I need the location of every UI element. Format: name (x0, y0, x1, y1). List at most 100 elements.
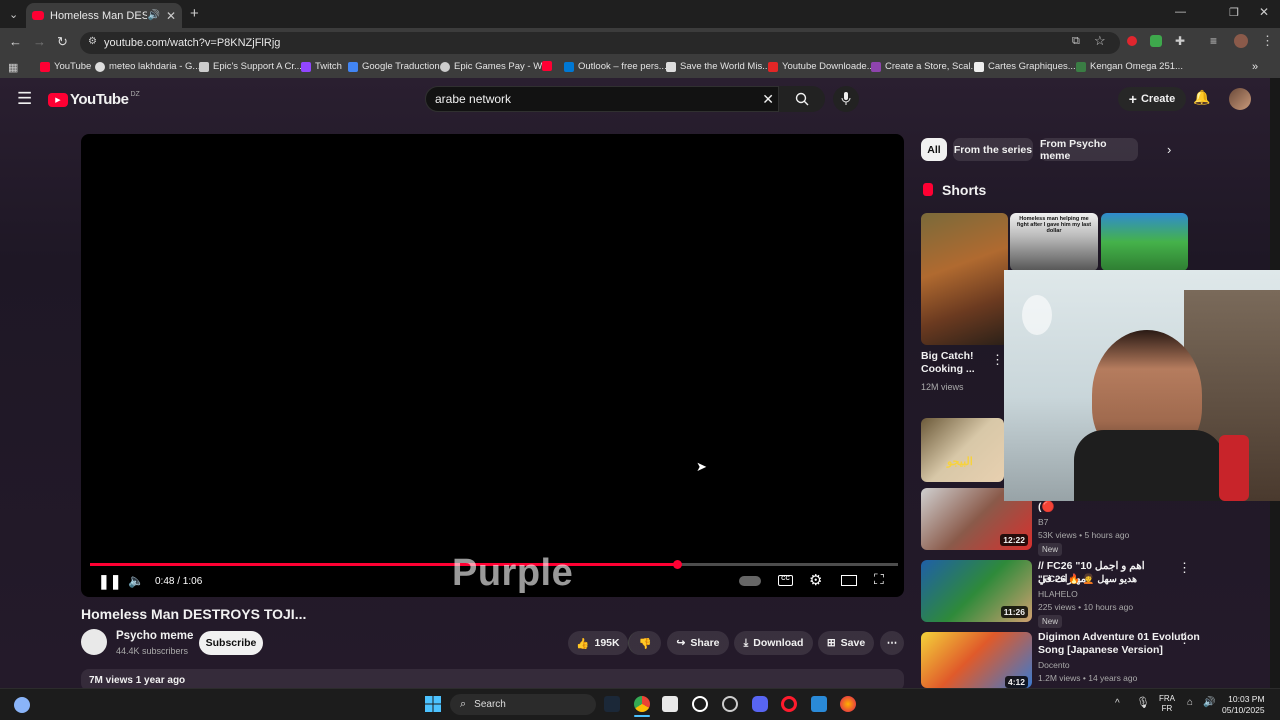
bookmark-save-the-world[interactable]: Save the World Mis... (666, 61, 770, 72)
subscribe-button[interactable]: Subscribe (199, 631, 263, 655)
short-thumbnail[interactable] (921, 213, 1008, 345)
widgets-weather-icon[interactable] (14, 697, 30, 713)
minimize-icon[interactable]: — (1175, 6, 1186, 18)
chatgpt-icon[interactable] (692, 696, 708, 712)
short-thumbnail[interactable]: البيجو (921, 418, 1004, 482)
video-title[interactable]: (🔴 (1038, 501, 1055, 514)
video-player[interactable] (81, 134, 904, 597)
keyboard-layout: FR (1161, 704, 1173, 713)
back-arrow-icon[interactable]: ← (9, 34, 22, 49)
chip-from-series[interactable]: From the series (953, 138, 1033, 161)
extension-red-icon[interactable] (1127, 36, 1137, 46)
tray-overflow-icon[interactable]: ^ (1115, 698, 1120, 709)
video-title-line2[interactable]: "FC26 🔥 🧑‍🦱 هديو سهل (1038, 573, 1173, 586)
voice-search-button[interactable] (833, 86, 859, 112)
video-title[interactable]: Digimon Adventure 01 Evolution (1038, 631, 1200, 644)
more-actions-button[interactable]: ⋯ (880, 631, 904, 655)
maximize-icon[interactable]: ❐ (1229, 6, 1239, 19)
steam-icon[interactable] (604, 696, 620, 712)
video-duration: 12:22 (1000, 534, 1028, 546)
app-icon[interactable] (811, 696, 827, 712)
search-input[interactable]: arabe network ✕ (425, 86, 779, 112)
notifications-bell-icon[interactable]: 🔔 (1193, 89, 1210, 106)
app-icon[interactable] (662, 696, 678, 712)
bookmark-youtube-2[interactable] (542, 61, 556, 71)
install-app-icon[interactable]: ⧉ (1072, 35, 1080, 48)
extension-green-icon[interactable] (1150, 35, 1162, 47)
taskbar-search-box[interactable]: ⌕ Search (450, 694, 596, 715)
chips-next-chevron-icon[interactable]: › (1167, 142, 1171, 157)
pause-icon[interactable]: ❚❚ (98, 573, 121, 590)
dislike-button[interactable]: 👎 (628, 631, 661, 655)
share-button[interactable]: ↪ Share (667, 631, 729, 655)
window-close-icon[interactable]: ✕ (1259, 5, 1269, 19)
captions-icon[interactable]: CC (778, 575, 793, 586)
channel-name[interactable]: Psycho meme (116, 630, 193, 642)
fullscreen-icon[interactable]: ⛶ (874, 571, 884, 588)
chip-from-channel[interactable]: From Psycho meme (1040, 138, 1138, 162)
bookmark-cartes-graphiques[interactable]: Cartes Graphiques... (974, 61, 1076, 72)
windows-start-icon[interactable] (425, 696, 441, 712)
firefox-icon[interactable] (840, 696, 856, 712)
hamburger-menu-icon[interactable]: ☰ (17, 89, 32, 109)
video-menu-icon[interactable]: ⋮ (1178, 560, 1191, 576)
tray-microphone-icon[interactable]: 🎙 (1136, 696, 1150, 709)
tab-search-chevron-icon[interactable]: ⌄ (9, 8, 18, 21)
tab-close-icon[interactable]: ✕ (166, 9, 176, 23)
chip-all[interactable]: All (921, 138, 947, 161)
apps-grid-icon[interactable]: ▦ (8, 61, 18, 74)
chrome-icon[interactable] (634, 696, 650, 712)
volume-icon[interactable]: 🔈 (128, 573, 144, 589)
site-info-icon[interactable]: ⚙ (88, 36, 97, 47)
youtube-logo[interactable]: ▶ YouTube DZ (48, 91, 140, 108)
video-thumbnail[interactable]: 11:26 (921, 560, 1032, 622)
bookmarks-overflow-icon[interactable]: » (1252, 61, 1258, 73)
reading-list-icon[interactable]: ≡ (1210, 34, 1217, 48)
discord-icon[interactable] (752, 696, 768, 712)
bookmark-youtube[interactable]: YouTube (40, 61, 91, 72)
reload-icon[interactable]: ↻ (57, 34, 68, 50)
create-button[interactable]: + Create (1118, 87, 1186, 111)
bookmark-twitch[interactable]: Twitch (301, 61, 342, 72)
bookmark-kengan[interactable]: Kengan Omega 251... (1076, 61, 1183, 72)
browser-menu-icon[interactable]: ⋮ (1261, 33, 1274, 49)
speaker-icon[interactable]: 🔊 (1203, 697, 1215, 708)
opera-icon[interactable] (781, 696, 797, 712)
url-bar[interactable]: ⚙ youtube.com/watch?v=P8KNZjFlRjg (80, 32, 1120, 54)
app-icon[interactable] (722, 696, 738, 712)
system-clock[interactable]: 10:03 PM 05/10/2025 (1222, 694, 1265, 716)
short-title[interactable]: Big Catch! Cooking ... (921, 350, 983, 376)
bookmark-outlook[interactable]: Outlook – free pers... (564, 61, 667, 72)
save-button[interactable]: ⊞ Save (818, 631, 874, 655)
audio-playing-icon[interactable]: 🔊 (147, 10, 159, 21)
bookmark-youtube-downloader[interactable]: Youtube Downloade... (768, 61, 875, 72)
forward-arrow-icon[interactable]: → (33, 34, 46, 49)
video-thumbnail[interactable]: 4:12 (921, 632, 1032, 688)
short-thumbnail[interactable] (1101, 213, 1188, 271)
channel-avatar[interactable] (81, 629, 107, 655)
video-title-line2[interactable]: Song [Japanese Version] (1038, 644, 1163, 657)
bookmark-google-translate[interactable]: Google Traduction (348, 61, 440, 72)
bookmark-meteo[interactable]: meteo lakhdaria - G... (95, 61, 200, 72)
like-button[interactable]: 👍 195K (568, 631, 628, 655)
bookmark-epic-pay[interactable]: Epic Games Pay - W... (440, 61, 550, 72)
autoplay-toggle[interactable] (739, 576, 761, 586)
bookmark-star-icon[interactable]: ☆ (1094, 33, 1106, 49)
browser-tab[interactable]: Homeless Man DESTROYS T 🔊 ✕ (26, 3, 182, 28)
short-menu-icon[interactable]: ⋮ (991, 352, 1004, 368)
account-avatar[interactable] (1229, 88, 1251, 110)
new-tab-icon[interactable]: + (190, 5, 199, 22)
video-menu-icon[interactable]: ⋮ (1178, 631, 1191, 647)
theater-mode-icon[interactable] (841, 575, 857, 586)
extensions-puzzle-icon[interactable]: ✚ (1175, 34, 1185, 48)
download-button[interactable]: ⤓ Download (734, 631, 813, 655)
profile-avatar-icon[interactable] (1234, 34, 1248, 48)
bookmark-epic-support[interactable]: Epic's Support A Cr... (199, 61, 302, 72)
search-button[interactable] (779, 86, 825, 112)
settings-gear-icon[interactable]: ⚙ (809, 571, 822, 589)
language-indicator[interactable]: FRA FR (1159, 694, 1175, 714)
clear-search-icon[interactable]: ✕ (762, 91, 774, 108)
bookmark-create-store[interactable]: Create a Store, Scal... (871, 61, 978, 72)
network-icon[interactable]: ⌂ (1187, 697, 1193, 708)
short-thumbnail[interactable]: Homeless man helping me fight after I ga… (1010, 213, 1098, 271)
